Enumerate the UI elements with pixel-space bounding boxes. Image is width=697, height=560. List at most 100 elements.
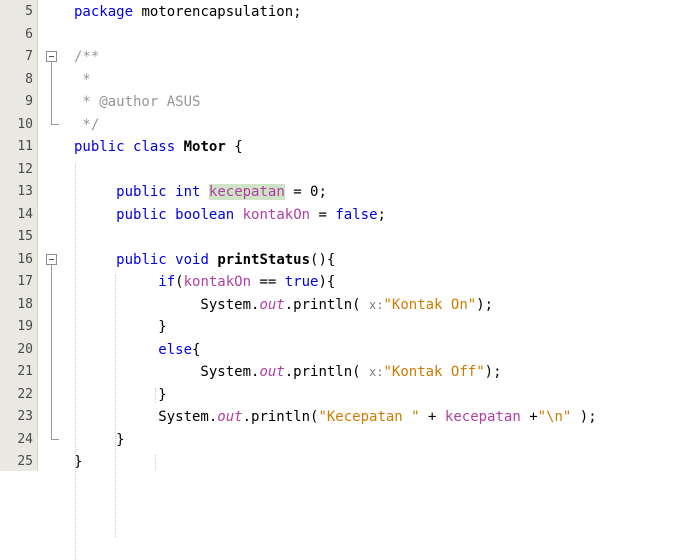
code-token: ( (175, 274, 184, 290)
code-token: } (74, 386, 167, 403)
code-token: else (158, 341, 193, 358)
code-token: printStatus (217, 251, 311, 268)
code-line[interactable]: 21 System.out.println( x:"Kontak Off"); (0, 361, 697, 384)
code-token: true (284, 274, 319, 290)
code-line[interactable]: 7 /** (0, 46, 697, 69)
code-line[interactable]: 9 * @author ASUS (0, 91, 697, 114)
code-token: Motor (183, 139, 226, 155)
code-token: { (192, 341, 201, 358)
fold-toggle-icon[interactable] (46, 253, 57, 265)
line-number: 20 (17, 341, 33, 357)
code-token: motorencapsulation; (133, 4, 302, 20)
code-token: "Kontak Off" (383, 364, 485, 380)
code-token: (){ (310, 251, 336, 268)
code-line[interactable]: 11 public class Motor { (0, 136, 697, 159)
line-number: 16 (17, 251, 33, 267)
code-token: kontakOn (242, 206, 311, 223)
line-number: 11 (17, 139, 33, 154)
code-text: package motorencapsulation; (74, 1, 302, 24)
indent-guide (75, 162, 76, 560)
code-token: public (116, 251, 167, 268)
code-token: public (116, 184, 167, 200)
line-number: 19 (17, 319, 33, 334)
code-token: false (335, 206, 378, 223)
code-text: public void printStatus(){ (74, 249, 335, 272)
code-line[interactable]: 5 package motorencapsulation; (0, 1, 697, 24)
code-token: int (175, 184, 201, 200)
code-line[interactable]: 19 } (0, 316, 697, 339)
code-token: .println( (284, 364, 370, 380)
code-token: public (74, 139, 125, 155)
code-editor[interactable]: 5 package motorencapsulation; 6 7/** 8 * 9 * … (0, 0, 697, 560)
code-token: ); (571, 409, 597, 425)
code-token: */ (74, 116, 100, 133)
line-number: 23 (17, 409, 33, 424)
line-number: 13 (17, 184, 33, 199)
code-text: public int kecepatan = 0; (74, 181, 327, 204)
code-token: x: (369, 297, 384, 312)
code-line[interactable]: 8 * (0, 69, 697, 92)
code-token: public (116, 206, 167, 223)
line-number: 5 (25, 4, 33, 19)
code-line[interactable]: 6 (0, 24, 697, 47)
code-line[interactable]: 13 public int kecepatan = 0; (0, 181, 697, 204)
code-token: "\n" (537, 409, 572, 425)
code-text: /** (74, 46, 99, 69)
line-number: 22 (17, 386, 33, 402)
code-token: class (133, 139, 176, 155)
fold-end-marker (51, 123, 59, 125)
fold-toggle-icon[interactable] (46, 51, 57, 62)
line-number: 9 (25, 94, 33, 109)
code-text: } (74, 384, 167, 407)
code-line[interactable]: 20 else{ (0, 339, 697, 362)
line-number: 21 (17, 364, 33, 379)
code-text: } (74, 429, 124, 452)
code-line[interactable]: 17 if(kontakOn == true){ (0, 271, 697, 294)
fold-range-line (51, 62, 52, 124)
code-token: ){ (318, 274, 336, 290)
code-token: out (217, 409, 243, 425)
code-text: * (74, 69, 91, 92)
line-number: 24 (17, 431, 33, 447)
code-line[interactable]: 24 } (0, 429, 697, 452)
code-token: ); (484, 364, 502, 380)
line-number: 12 (17, 161, 33, 177)
code-line[interactable]: 14 public boolean kontakOn = false; (0, 204, 697, 227)
code-area[interactable]: 5 package motorencapsulation; 6 7/** 8 * 9 * … (0, 0, 697, 560)
code-text: if(kontakOn == true){ (74, 271, 335, 294)
code-text: else{ (74, 339, 200, 362)
line-number: 18 (17, 296, 33, 312)
code-line[interactable]: 25} (0, 451, 697, 474)
line-number: 10 (17, 116, 33, 132)
code-token: out (259, 364, 285, 380)
line-number: 6 (25, 26, 33, 42)
indent-guide (155, 387, 156, 402)
code-text: public boolean kontakOn = false; (74, 204, 386, 227)
code-token: ); (476, 296, 494, 313)
code-line[interactable]: 23 System.out.println("Kecepatan " + kec… (0, 406, 697, 429)
code-line[interactable]: 15 (0, 226, 697, 249)
code-token: .println( (284, 296, 370, 313)
indent-guide (115, 275, 116, 537)
fold-range-line (51, 264, 52, 439)
code-line[interactable]: 10 */ (0, 114, 697, 137)
code-line[interactable]: 12 (0, 159, 697, 182)
code-line[interactable]: 22 } (0, 384, 697, 407)
code-token: /** (74, 49, 100, 65)
code-token: * @author ASUS (74, 94, 201, 110)
code-token: boolean (175, 206, 235, 223)
code-text: } (74, 316, 166, 339)
code-token: * (74, 71, 91, 88)
code-token: ; (377, 206, 386, 223)
code-token: + (520, 409, 538, 425)
code-line[interactable]: 16 public void printStatus(){ (0, 249, 697, 272)
code-line[interactable]: 18 System.out.println( x:"Kontak On"); (0, 294, 697, 317)
line-number: 25 (17, 454, 33, 469)
code-token: + (419, 409, 445, 425)
